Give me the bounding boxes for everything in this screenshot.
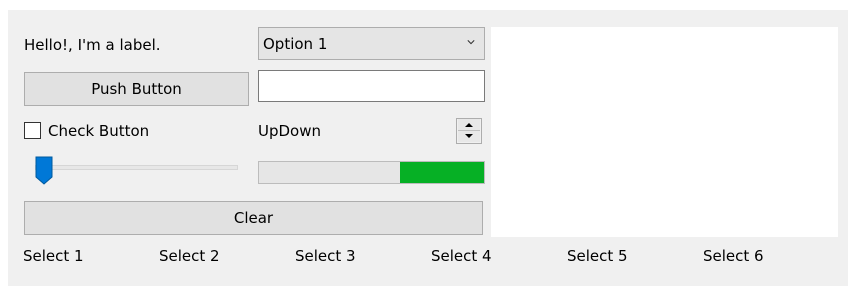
updown-spinner[interactable]	[456, 118, 482, 144]
hello-label: Hello!, I'm a label.	[24, 36, 161, 54]
slider-thumb[interactable]	[35, 156, 53, 185]
canvas-area[interactable]	[491, 27, 838, 237]
updown-label: UpDown	[258, 122, 322, 140]
select-item-6[interactable]: Select 6	[703, 246, 764, 266]
spin-up-button[interactable]	[458, 119, 480, 131]
arrow-down-icon	[465, 134, 473, 138]
progress-bar	[258, 161, 485, 184]
push-button[interactable]: Push Button	[24, 72, 249, 106]
combobox-selected-value: Option 1	[263, 34, 328, 53]
select-item-3[interactable]: Select 3	[295, 246, 356, 266]
text-entry[interactable]	[258, 70, 485, 102]
arrow-up-icon	[465, 123, 473, 127]
check-button-label: Check Button	[48, 122, 150, 140]
spin-down-button[interactable]	[458, 131, 480, 142]
check-button[interactable]: Check Button	[24, 121, 194, 141]
clear-button[interactable]: Clear	[24, 201, 483, 235]
progress-fill	[399, 162, 484, 183]
select-item-5[interactable]: Select 5	[567, 246, 628, 266]
select-item-1[interactable]: Select 1	[23, 246, 84, 266]
chevron-down-icon	[467, 40, 475, 45]
select-item-2[interactable]: Select 2	[159, 246, 220, 266]
main-window: Hello!, I'm a label. Option 1 Push Butto…	[8, 10, 848, 286]
option-combobox[interactable]: Option 1	[258, 27, 485, 60]
select-item-4[interactable]: Select 4	[431, 246, 492, 266]
slider-track[interactable]	[35, 165, 238, 170]
checkbox-box[interactable]	[24, 122, 41, 139]
